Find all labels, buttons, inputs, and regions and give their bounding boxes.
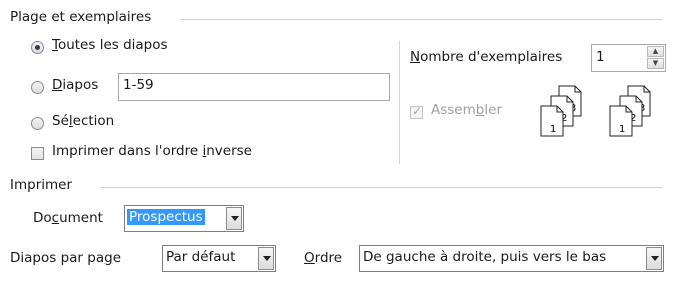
collate-label-rest: ler xyxy=(484,102,502,118)
document-label-start: Do xyxy=(33,210,52,226)
all-slides-label[interactable]: Toutes les diapos xyxy=(52,37,168,53)
copies-value[interactable]: 1 xyxy=(596,49,605,65)
collate-checkbox[interactable] xyxy=(410,104,423,119)
selection-label[interactable]: Sélection xyxy=(52,113,114,129)
all-slides-label-rest: outes les diapos xyxy=(57,37,168,53)
copies-label-rest: ombre d'exemplaires xyxy=(420,49,563,65)
reverse-order-label-start: Imprimer dans l'ordre xyxy=(52,143,203,159)
reverse-order-label-rest: nverse xyxy=(206,143,252,159)
print-section-divider xyxy=(100,187,662,188)
collated-pages-icon: 3 2 1 xyxy=(540,85,582,137)
slides-per-page-dropdown-arrow-icon[interactable] xyxy=(258,247,274,270)
copies-mnemonic: N xyxy=(410,49,421,65)
order-select[interactable]: De gauche à droite, puis vers le bas xyxy=(359,245,664,272)
all-slides-radio[interactable] xyxy=(31,41,44,54)
collated-page-1: 1 xyxy=(619,124,625,135)
document-label: Document xyxy=(33,210,103,226)
selection-radio[interactable] xyxy=(31,117,44,130)
reverse-order-checkbox[interactable] xyxy=(31,147,44,160)
slides-per-page-select[interactable]: Par défaut xyxy=(162,245,276,272)
collated-page-1: 1 xyxy=(550,124,556,135)
order-value[interactable]: De gauche à droite, puis vers le bas xyxy=(363,249,606,265)
selection-label-rest: ection xyxy=(72,113,115,129)
document-dropdown-arrow-icon[interactable] xyxy=(226,207,242,230)
slides-label[interactable]: Diapos xyxy=(52,77,98,93)
slides-mnemonic: D xyxy=(52,77,63,93)
copies-spinbox[interactable]: 1 ▲ ▼ xyxy=(591,44,666,72)
order-label: Ordre xyxy=(304,250,342,266)
copies-label: Nombre d'exemplaires xyxy=(410,49,562,65)
reverse-order-label[interactable]: Imprimer dans l'ordre inverse xyxy=(52,143,252,159)
order-mnemonic: O xyxy=(304,250,315,266)
collate-label[interactable]: Assembler xyxy=(431,102,502,118)
range-section-divider xyxy=(180,19,662,20)
increment-button[interactable]: ▲ xyxy=(647,46,664,57)
collated-pages-icon-2: 3 2 1 xyxy=(609,85,651,137)
range-copies-divider xyxy=(399,41,400,164)
slides-radio[interactable] xyxy=(31,81,44,94)
slides-per-page-label-rest: e xyxy=(112,250,121,266)
slides-per-page-label: Diapos par page xyxy=(10,250,121,266)
slides-per-page-mnemonic: g xyxy=(104,250,113,266)
collate-label-start: Assem xyxy=(431,102,476,118)
slides-per-page-label-start: Diapos par pa xyxy=(10,250,105,266)
print-section-title: Imprimer xyxy=(10,177,73,193)
range-section-title: Plage et exemplaires xyxy=(10,9,152,25)
order-label-rest: rdre xyxy=(314,250,343,266)
document-mnemonic: c xyxy=(51,210,60,226)
slides-label-rest: iapos xyxy=(62,77,99,93)
slides-range-input[interactable]: 1-59 xyxy=(118,73,390,101)
document-value[interactable]: Prospectus xyxy=(127,209,205,225)
document-select[interactable]: Prospectus xyxy=(124,205,244,232)
order-dropdown-arrow-icon[interactable] xyxy=(646,247,662,270)
document-label-rest: ument xyxy=(59,210,103,226)
decrement-button[interactable]: ▼ xyxy=(647,58,664,69)
slides-per-page-value[interactable]: Par défaut xyxy=(166,249,235,265)
selection-label-start: Sé xyxy=(52,113,69,129)
